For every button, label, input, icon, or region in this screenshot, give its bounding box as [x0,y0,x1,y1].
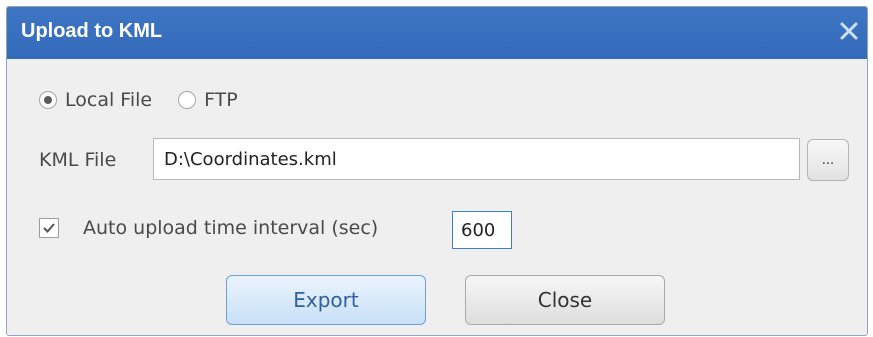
kml-file-input[interactable] [153,138,800,180]
close-icon[interactable] [837,19,861,43]
dialog-title: Upload to KML [21,20,163,42]
close-button[interactable]: Close [465,275,665,325]
auto-upload-label: Auto upload time interval (sec) [83,217,379,239]
radio-local-file-label: Local File [65,89,153,111]
kml-file-label: KML File [39,149,117,171]
radio-local-file[interactable]: Local File [39,89,152,111]
radio-ftp-label: FTP [204,89,238,111]
interval-input[interactable] [452,211,512,249]
auto-upload-row: Auto upload time interval (sec) [39,217,378,239]
auto-upload-checkbox[interactable] [39,218,59,238]
radio-local-file-indicator[interactable] [39,91,57,109]
dialog-content: Local File FTP KML File ... Auto upload … [7,59,867,335]
upload-kml-dialog: Upload to KML Local File FTP KML File ..… [6,6,868,336]
browse-button[interactable]: ... [807,139,849,181]
export-button[interactable]: Export [226,275,426,325]
checkmark-icon [43,223,55,233]
title-bar: Upload to KML [7,7,867,59]
radio-ftp-indicator[interactable] [178,91,197,109]
radio-ftp[interactable]: FTP [178,89,238,111]
source-radio-group: Local File FTP [39,89,264,111]
